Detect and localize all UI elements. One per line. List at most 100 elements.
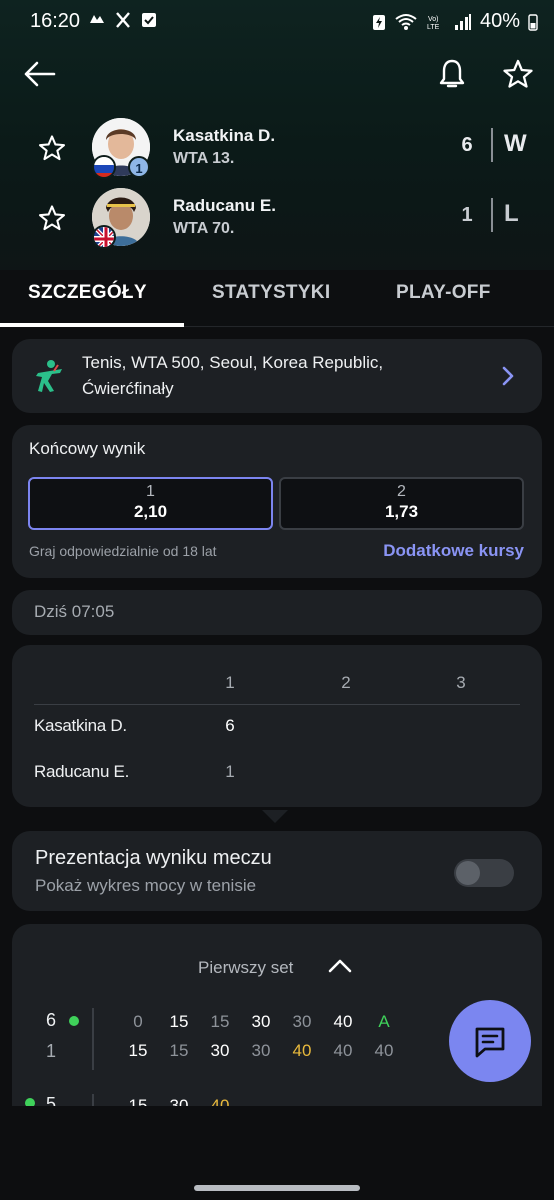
point-score-advantage: A [378,1012,390,1031]
bell-icon [439,59,465,88]
scoreboard-player-name: Raducanu E. [34,762,129,781]
point-score: 30 [251,1012,271,1031]
more-odds-link[interactable]: Dodatkowe kursy [383,541,524,561]
uk-flag-icon [92,225,116,249]
arrow-left-icon [24,61,56,87]
odds-option-label: 2 [397,483,406,500]
checkbox-app-icon [140,11,158,29]
odds-option-value: 1,73 [384,502,419,521]
chevron-up-icon[interactable] [327,956,353,976]
player-row-away[interactable]: Raducanu E. WTA 70. 1 L [0,188,554,252]
tab-playoff[interactable]: PLAY-OFF [396,282,491,304]
volte-icon: Vo)LTE [427,16,440,31]
game-divider [92,1008,94,1070]
star-icon [38,205,66,231]
gesture-nav-handle[interactable] [194,1185,360,1191]
set-header: 1 [225,673,235,692]
player-sets-score: 1 [461,204,473,226]
odds-title: Końcowy wynik [29,439,146,458]
star-icon [38,135,66,161]
svg-text:LTE: LTE [427,24,440,31]
point-score: 30 [210,1041,230,1060]
player-ranking: WTA 70. [173,220,235,237]
point-score-break-point: 40 [210,1096,230,1106]
power-chart-toggle[interactable] [454,859,514,887]
svg-text:Vo): Vo) [428,16,439,23]
presentation-title: Prezentacja wyniku meczu [35,847,272,869]
scoreboard-player-name: Kasatkina D. [34,716,127,735]
scoreboard-set-score: 6 [225,716,235,735]
battery-icon [528,13,538,31]
point-score: 40 [333,1012,353,1031]
player-ranking: WTA 13. [173,150,235,167]
point-score: 15 [169,1012,189,1031]
chat-icon [475,1027,505,1058]
scoreboard-pointer [262,810,288,823]
player-name: Kasatkina D. [173,126,276,145]
tab-statistics[interactable]: STATYSTYKI [212,282,330,304]
odds-option-value: 2,10 [133,502,168,521]
chevron-right-icon [498,365,518,387]
point-score: 15 [210,1012,230,1031]
player-result: L [504,200,519,227]
match-date-card: Dziś 07:05 [12,590,542,635]
scoreboard-divider [34,704,520,705]
chat-button[interactable] [449,1000,531,1082]
scoreboard-set-score: 1 [225,762,235,781]
back-button[interactable] [22,56,58,92]
player-row-home[interactable]: 1 Kasatkina D. WTA 13. 6 W [0,118,554,182]
serve-indicator-icon [69,1016,79,1026]
point-score: 30 [251,1041,271,1060]
tournament-round: Ćwierćfinały [82,379,174,398]
toggle-knob [456,861,480,885]
point-score: 40 [374,1041,394,1060]
player-name: Raducanu E. [173,196,276,215]
score-divider [491,128,493,162]
point-score: 15 [169,1041,189,1060]
point-score: 30 [292,1012,312,1031]
russia-flag-icon [92,155,116,179]
favorite-match-button[interactable] [500,56,536,92]
app-notification-icon [88,11,106,29]
set-scoreboard: 1 2 3 Kasatkina D. 6 Raducanu E. 1 [12,645,542,807]
top-app-bar [0,50,554,98]
favorite-player-button[interactable] [36,202,68,234]
star-icon [503,59,533,88]
seed-badge: 1 [128,156,150,178]
status-bar: 16:20 Vo) LTE 40% [0,0,554,42]
responsible-gambling-note: Graj odpowiedzialnie od 18 lat [29,543,217,559]
tab-details[interactable]: SZCZEGÓŁY [28,282,147,304]
final-result-odds-card: Końcowy wynik 1 2,10 2 1,73 Graj odpowie… [12,425,542,578]
notifications-button[interactable] [434,56,470,92]
player-sets-score: 6 [461,134,473,156]
game-score-home: 6 [46,1010,57,1030]
score-presentation-card: Prezentacja wyniku meczu Pokaż wykres mo… [12,831,542,911]
battery-percentage: 40% [479,10,520,32]
match-date: Dziś 07:05 [34,602,115,621]
x-app-icon [114,11,132,29]
favorite-player-button[interactable] [36,132,68,164]
tournament-link-card[interactable]: Tenis, WTA 500, Seoul, Korea Republic, Ć… [12,339,542,413]
game-divider [92,1094,94,1106]
odds-option-away[interactable]: 2 1,73 [279,477,524,530]
game-score-home: 5 [46,1094,57,1106]
active-tab-indicator [0,323,184,327]
point-score: 15 [128,1041,148,1060]
odds-option-label: 1 [146,483,155,500]
tennis-ball-icon [25,1098,35,1106]
point-score-break-point: 40 [292,1041,312,1060]
tournament-line-1: Tenis, WTA 500, Seoul, Korea Republic, [82,353,384,372]
tennis-player-icon [34,359,66,393]
odds-option-home[interactable]: 1 2,10 [28,477,273,530]
set-header: 3 [456,673,466,692]
point-score: 40 [333,1041,353,1060]
point-score: 15 [128,1096,148,1106]
status-time: 16:20 [30,10,81,32]
tournament-name: Tenis, WTA 500, Seoul, Korea Republic, Ć… [82,350,482,402]
point-score: 30 [169,1096,189,1106]
system-status-icons: Vo) LTE 40% [372,10,538,33]
set-header: 2 [341,673,351,692]
signal-icon [454,13,471,30]
battery-saver-icon [372,14,385,30]
set-section-title[interactable]: Pierwszy set [198,958,293,978]
